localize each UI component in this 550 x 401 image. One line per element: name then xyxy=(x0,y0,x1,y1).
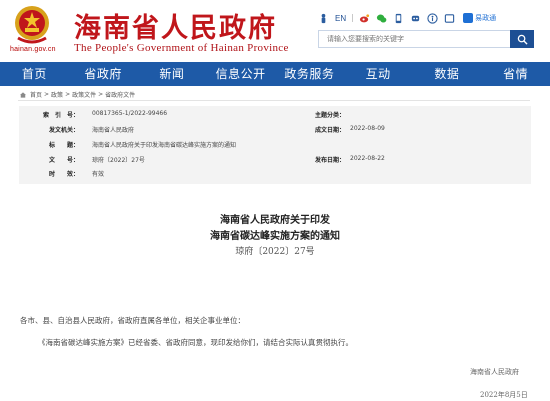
site-domain: hainan.gov.cn xyxy=(10,46,56,53)
issuer-label: 发文机关： xyxy=(48,127,79,134)
robot-icon[interactable] xyxy=(410,13,421,24)
document-date: 2022年8月5日 xyxy=(480,391,528,399)
validity-label: 时 效： xyxy=(48,171,79,178)
nav-item-interaction[interactable]: 互动 xyxy=(344,62,413,86)
search-button[interactable] xyxy=(510,30,534,48)
info-row: 文 号： 琼府〔2022〕27号 发布日期： 2022-08-22 xyxy=(19,155,531,168)
info-row: 索 引 号： 00817365-1/2022-99466 主题分类： xyxy=(19,110,531,123)
nav-item-data[interactable]: 数据 xyxy=(413,62,482,86)
document-recipients: 各市、县、自治县人民政府，省政府直属各单位，相关企事业单位： xyxy=(20,316,245,325)
search-box xyxy=(318,30,534,48)
index-number-value: 00817365-1/2022-99466 xyxy=(92,110,168,117)
site-header: hainan.gov.cn 海南省人民政府 The People's Gover… xyxy=(0,0,550,62)
site-title[interactable]: 海南省人民政府 xyxy=(74,6,277,45)
yizhengtong-link[interactable]: 易政通 xyxy=(463,13,496,23)
doc-number-value: 琼府〔2022〕27号 xyxy=(92,157,145,164)
nav-item-government[interactable]: 省政府 xyxy=(69,62,138,86)
divider xyxy=(18,100,530,101)
nav-item-home[interactable]: 首页 xyxy=(0,62,69,86)
yizhengtong-icon xyxy=(463,13,474,23)
created-date-label: 成文日期： xyxy=(314,127,345,134)
document-signature: 海南省人民政府 xyxy=(470,368,519,376)
info-row: 发文机关： 海南省人民政府 成文日期： 2022-08-09 xyxy=(19,125,531,138)
published-date-value: 2022-08-22 xyxy=(350,155,385,162)
document-title-line1: 海南省人民政府关于印发 xyxy=(220,215,330,226)
nav-item-news[interactable]: 新闻 xyxy=(138,62,207,86)
document-title-line2: 海南省碳达峰实施方案的通知 xyxy=(210,231,340,242)
home-icon xyxy=(20,91,26,98)
document-number: 琼府〔2022〕27号 xyxy=(235,247,315,257)
doc-number-label: 文 号： xyxy=(48,157,79,164)
validity-value: 有效 xyxy=(92,171,105,178)
breadcrumb-policy[interactable]: 政策 xyxy=(51,90,63,99)
subject-label: 主题分类： xyxy=(314,112,345,119)
nav-item-disclosure[interactable]: 信息公开 xyxy=(206,62,275,86)
divider xyxy=(352,14,354,22)
index-number-label: 索 引 号： xyxy=(42,112,79,119)
national-emblem-icon[interactable] xyxy=(12,4,52,46)
title-label: 标 题： xyxy=(48,142,79,149)
breadcrumb-home[interactable]: 首页 xyxy=(30,90,42,99)
breadcrumb: 首页 > 政策 > 政策文件 > 省政府文件 xyxy=(20,90,135,99)
yizhengtong-label: 易政通 xyxy=(475,15,497,22)
title-value: 海南省人民政府关于印发海南省碳达峰实施方案的通知 xyxy=(92,142,237,149)
info-row: 时 效： 有效 xyxy=(19,169,531,182)
site-title-english: The People's Government of Hainan Provin… xyxy=(74,42,289,54)
issuer-value: 海南省人民政府 xyxy=(92,127,135,134)
document-body: 《海南省碳达峰实施方案》已经省委、省政府同意，现印发给你们，请结合实际认真贯彻执… xyxy=(38,338,353,347)
nav-item-province[interactable]: 省情 xyxy=(481,62,550,86)
nav-item-services[interactable]: 政务服务 xyxy=(275,62,344,86)
created-date-value: 2022-08-09 xyxy=(350,125,385,132)
published-date-label: 发布日期： xyxy=(314,157,345,164)
main-nav: 首页 省政府 新闻 信息公开 政务服务 互动 数据 省情 xyxy=(0,62,550,86)
search-input[interactable] xyxy=(319,31,511,47)
header-tools: EN 易政通 xyxy=(318,12,496,24)
tablet-icon[interactable] xyxy=(444,13,455,24)
document-info-table: 索 引 号： 00817365-1/2022-99466 主题分类： 发文机关：… xyxy=(19,106,531,184)
breadcrumb-policy-docs[interactable]: 政策文件 xyxy=(72,90,96,99)
accessibility-icon[interactable] xyxy=(427,12,438,24)
elderly-care-icon[interactable] xyxy=(318,13,329,24)
mobile-app-icon[interactable] xyxy=(393,13,404,24)
breadcrumb-provincial-docs[interactable]: 省政府文件 xyxy=(105,90,135,99)
info-row: 标 题： 海南省人民政府关于印发海南省碳达峰实施方案的通知 xyxy=(19,140,531,153)
weibo-icon[interactable] xyxy=(359,13,370,24)
wechat-icon[interactable] xyxy=(376,13,387,24)
english-link[interactable]: EN xyxy=(335,14,346,23)
search-icon xyxy=(517,34,528,45)
